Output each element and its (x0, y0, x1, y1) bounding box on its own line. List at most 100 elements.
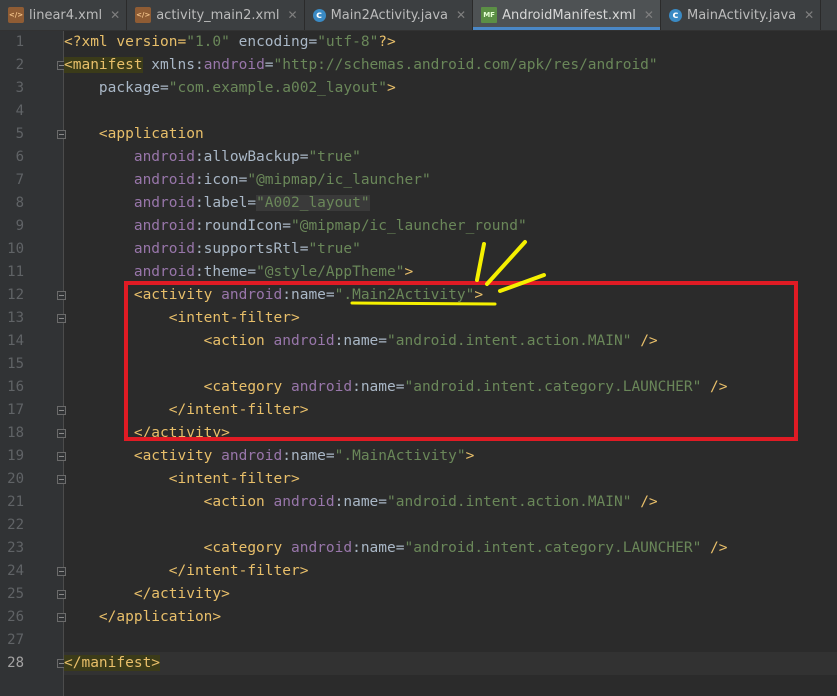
code-token: <intent-filter> (64, 310, 300, 326)
code-token: :label= (194, 195, 257, 211)
code-token: android (64, 218, 195, 234)
line-number: 8 (15, 195, 24, 211)
code-token: android (264, 494, 335, 510)
code-token: ?> (378, 34, 396, 50)
line-number-gutter: 1 2 3 4 5 6 7 8 9 10 11 12 13 14 15 16 1… (0, 31, 66, 696)
xml-file-icon (8, 7, 24, 23)
code-token: "utf-8" (317, 34, 379, 50)
code-token: <intent-filter> (64, 471, 300, 487)
code-token: "@mipmap/ic_launcher_round" (290, 218, 527, 234)
close-icon[interactable]: ✕ (644, 8, 654, 22)
code-token: <activity (64, 448, 213, 464)
code-token: = (264, 57, 274, 73)
code-line-26: </application> (64, 606, 837, 629)
line-number: 26 (7, 609, 24, 625)
code-line-10: android:supportsRtl="true" (64, 238, 837, 261)
line-number-current: 28 (7, 655, 24, 671)
code-token: xmlns: (142, 57, 204, 73)
line-number: 2 (15, 57, 24, 73)
code-token: "true" (308, 241, 361, 257)
code-token: </application> (64, 609, 222, 625)
line-number: 19 (7, 448, 24, 464)
code-token: "android.intent.category.LAUNCHER" (404, 540, 702, 556)
line-number: 7 (15, 172, 24, 188)
code-token: ".Main2Activity" (334, 287, 475, 303)
code-line-28: </manifest> (64, 652, 837, 675)
java-class-icon (668, 8, 682, 22)
code-token: :theme= (194, 264, 257, 280)
close-icon[interactable]: ✕ (288, 8, 298, 22)
line-number: 1 (15, 34, 24, 50)
code-line-21: <action android:name="android.intent.act… (64, 491, 837, 514)
code-token: :name= (352, 540, 405, 556)
line-number: 27 (7, 632, 24, 648)
line-number: 3 (15, 80, 24, 96)
code-token: "A002_layout" (256, 195, 370, 211)
code-token: "true" (308, 149, 361, 165)
tab-linear4-xml[interactable]: linear4.xml ✕ (0, 0, 128, 30)
code-token: "@style/AppTheme" (256, 264, 405, 280)
code-token: /> (701, 540, 728, 556)
line-number: 21 (7, 494, 24, 510)
code-token: android (64, 172, 195, 188)
code-token: "android.intent.action.MAIN" (387, 494, 632, 510)
line-number: 14 (7, 333, 24, 349)
line-number: 12 (7, 287, 24, 303)
code-line-19: <activity android:name=".MainActivity"> (64, 445, 837, 468)
code-token: android (282, 540, 353, 556)
code-token: encoding= (229, 34, 318, 50)
code-token: android (64, 149, 195, 165)
code-token: > (465, 448, 475, 464)
tab-label: activity_main2.xml (156, 7, 280, 23)
code-token: /> (631, 333, 658, 349)
tab-main2activity-java[interactable]: Main2Activity.java ✕ (305, 0, 474, 30)
tab-label: AndroidManifest.xml (502, 7, 636, 23)
code-editor[interactable]: <?xml version="1.0" encoding="utf-8"?> <… (64, 31, 837, 696)
code-line-25: </activity> (64, 583, 837, 606)
code-token: :name= (352, 379, 405, 395)
code-token: <category (64, 379, 283, 395)
line-number: 23 (7, 540, 24, 556)
code-line-6: android:allowBackup="true" (64, 146, 837, 169)
code-token: android (64, 195, 195, 211)
tab-activity-main2-xml[interactable]: activity_main2.xml ✕ (127, 0, 305, 30)
tab-label: linear4.xml (29, 7, 103, 23)
line-number: 13 (7, 310, 24, 326)
close-icon[interactable]: ✕ (110, 8, 120, 22)
code-token: /> (701, 379, 728, 395)
code-token: <activity (64, 287, 213, 303)
code-line-18: </activity> (64, 422, 837, 445)
code-token: package= (64, 80, 169, 96)
code-line-24: </intent-filter> (64, 560, 837, 583)
code-token: /> (631, 494, 658, 510)
code-token: :name= (282, 448, 335, 464)
code-token: :supportsRtl= (194, 241, 309, 257)
tab-label: MainActivity.java (686, 7, 797, 23)
close-icon[interactable]: ✕ (804, 8, 814, 22)
code-token: "@mipmap/ic_launcher" (247, 172, 431, 188)
code-line-3: package="com.example.a002_layout"> (64, 77, 837, 100)
line-number: 16 (7, 379, 24, 395)
code-line-14: <action android:name="android.intent.act… (64, 330, 837, 353)
code-line-5: <application (64, 123, 837, 146)
line-number: 25 (7, 586, 24, 602)
code-token: <manifest (64, 57, 143, 73)
code-line-12: <activity android:name=".Main2Activity"> (64, 284, 837, 307)
code-token: <action (64, 333, 265, 349)
code-token: <application (64, 126, 204, 142)
line-number: 6 (15, 149, 24, 165)
code-token: > (387, 80, 396, 96)
code-token: </activity> (64, 586, 230, 602)
close-icon[interactable]: ✕ (456, 8, 466, 22)
code-line-13: <intent-filter> (64, 307, 837, 330)
code-line-23: <category android:name="android.intent.c… (64, 537, 837, 560)
code-token: :name= (334, 494, 388, 510)
code-token: "1.0" (186, 34, 230, 50)
line-number: 17 (7, 402, 24, 418)
tab-mainactivity-java[interactable]: MainActivity.java ✕ (661, 0, 822, 30)
code-line-1: <?xml version="1.0" encoding="utf-8"?> (64, 31, 837, 54)
code-token: :roundIcon= (194, 218, 291, 234)
tab-androidmanifest-xml[interactable]: AndroidManifest.xml ✕ (473, 0, 661, 30)
code-token: :allowBackup= (194, 149, 309, 165)
line-number: 11 (7, 264, 24, 280)
